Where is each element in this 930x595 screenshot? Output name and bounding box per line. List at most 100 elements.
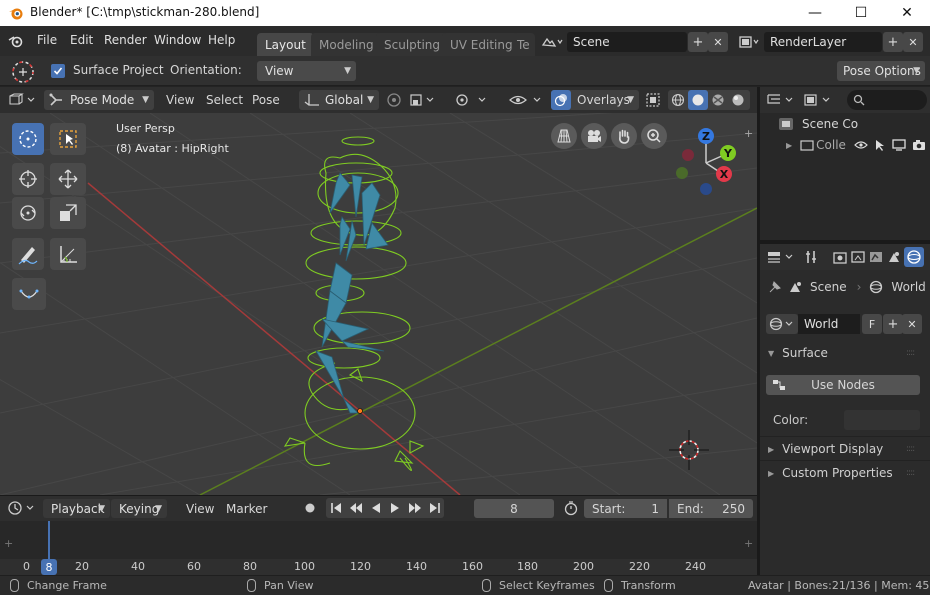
menu-file[interactable]: File [37,33,57,47]
solid-shading-icon[interactable] [688,90,708,110]
relax-pose-tool[interactable] [12,278,46,310]
xray-toggle-icon[interactable] [643,90,663,110]
timeline-editor-type-icon[interactable] [6,498,38,518]
wireframe-shading-icon[interactable] [668,90,688,110]
renderlayer-add-button[interactable]: + [883,32,903,52]
timeline-menu-view[interactable]: View [186,502,214,516]
play-reverse-icon[interactable] [370,502,382,514]
jump-keyframe-forward-icon[interactable] [408,502,422,514]
pin-icon[interactable] [768,280,782,294]
jump-end-icon[interactable] [429,502,441,514]
maximize-button[interactable]: ☐ [838,0,884,26]
zoom-view-button[interactable] [641,123,667,149]
keying-menu[interactable]: Keying ▼ [111,499,167,518]
render-camera-icon[interactable] [912,139,926,151]
renderlayer-remove-button[interactable]: ✕ [903,32,923,52]
playback-menu[interactable]: Playback ▼ [43,499,110,518]
viewport-display-icon[interactable] [892,139,906,151]
world-color-swatch[interactable] [844,410,920,430]
material-preview-icon[interactable] [708,90,728,110]
world-browse-button[interactable] [766,314,798,334]
tab-modeling[interactable]: Modeling [311,33,382,56]
menu-help[interactable]: Help [208,33,235,47]
custom-properties-panel-header[interactable]: ▶ Custom Properties [768,466,893,480]
expand-triangle-icon[interactable]: ▶ [786,141,792,150]
frame-ruler[interactable]: 0 20 40 60 80 100 120 140 160 180 200 22… [0,559,757,575]
sidebar-toggle-plus-icon[interactable]: + [744,127,753,140]
jump-keyframe-back-icon[interactable] [349,502,363,514]
move-tool-cursor[interactable] [12,163,44,195]
active-tool-cursor-icon[interactable] [10,59,36,85]
scale-tool[interactable] [50,197,86,229]
surface-panel-header[interactable]: ▼ Surface [768,346,828,360]
outliner-editor-type-icon[interactable] [765,90,797,110]
channel-region-plus-icon[interactable]: + [4,537,13,550]
3d-viewport[interactable]: User Persp (8) Avatar : HipRight Z Y X + [0,113,757,495]
overlays-toggle[interactable] [551,90,571,110]
jump-start-icon[interactable] [330,502,342,514]
pose-options-dropdown[interactable]: Pose Options ▼ [837,61,925,81]
drag-handle-icon[interactable]: :::: [906,348,915,358]
use-nodes-button[interactable]: Use Nodes [766,375,920,395]
outliner-collection-row[interactable]: ▶ Colle [786,138,930,152]
menu-render[interactable]: Render [104,33,147,47]
menu-window[interactable]: Window [154,33,201,47]
measure-tool[interactable] [50,238,86,270]
scene-browse-icon[interactable] [538,32,566,52]
proportional-edit-icon[interactable] [452,90,490,110]
world-name-field[interactable]: World [798,314,860,334]
record-button[interactable] [300,498,320,518]
snap-target-icon[interactable] [408,90,438,110]
menu-view[interactable]: View [166,93,194,107]
outliner-search-field[interactable] [847,90,927,110]
orientation-dropdown[interactable]: View ▼ [257,61,356,81]
rendered-shading-icon[interactable] [728,90,748,110]
camera-view-button[interactable] [581,123,607,149]
play-icon[interactable] [389,502,401,514]
scene-name-field[interactable]: Scene [567,32,687,52]
end-frame-field[interactable]: End: 250 [669,499,753,518]
mode-dropdown[interactable]: Pose Mode ▼ [44,90,154,110]
scene-tab-icon[interactable] [884,247,904,267]
drag-handle-icon[interactable]: :::: [906,468,915,478]
tab-layout[interactable]: Layout [257,33,314,56]
transform-orientation-dropdown[interactable]: Global ▼ [299,90,379,110]
renderlayer-name-field[interactable]: RenderLayer [764,32,882,52]
tab-texture-paint[interactable]: Te [513,33,535,56]
visibility-eye-icon[interactable] [854,140,868,150]
move-tool[interactable] [50,163,86,195]
scene-remove-button[interactable]: ✕ [708,32,728,52]
overlays-dropdown[interactable]: Overlays ▼ [551,90,639,110]
select-box-tool[interactable] [50,123,86,155]
viewport-display-panel-header[interactable]: ▶ Viewport Display [768,442,883,456]
close-button[interactable]: ✕ [884,0,930,26]
scene-add-button[interactable]: + [688,32,708,52]
tab-uv-editing[interactable]: UV Editing [442,33,521,56]
outliner-scene-collection[interactable]: Scene Co [778,117,858,131]
annotate-tool[interactable] [12,238,44,270]
sidebar-plus-icon[interactable]: + [744,537,753,550]
playhead-frame-indicator[interactable]: 8 [41,559,57,575]
menu-pose[interactable]: Pose [252,93,280,107]
navigation-gizmo[interactable]: Z Y X [672,123,742,203]
world-tab-icon[interactable] [904,247,924,267]
rotate-tool[interactable] [12,197,44,229]
timeline-area[interactable]: + + 0 20 40 60 80 100 120 140 160 180 20… [0,521,757,575]
editor-type-button[interactable] [6,90,38,110]
surface-project-checkbox[interactable] [51,64,65,78]
preview-range-toggle[interactable] [561,498,581,518]
toggle-camera-grid-button[interactable] [551,123,577,149]
tab-sculpting[interactable]: Sculpting [376,33,449,56]
output-tab-icon[interactable] [848,247,868,267]
properties-editor-type-icon[interactable] [765,247,797,267]
minimize-button[interactable]: — [792,0,838,26]
pan-view-button[interactable] [611,123,637,149]
pivot-icon[interactable] [384,90,404,110]
drag-handle-icon[interactable]: :::: [906,444,915,454]
render-tab-icon[interactable] [830,247,850,267]
world-unlink-button[interactable]: ✕ [902,314,922,334]
display-mode-icon[interactable] [802,90,834,110]
world-new-button[interactable]: + [883,314,903,334]
menu-edit[interactable]: Edit [70,33,93,47]
world-fake-user-button[interactable]: F [862,314,882,334]
